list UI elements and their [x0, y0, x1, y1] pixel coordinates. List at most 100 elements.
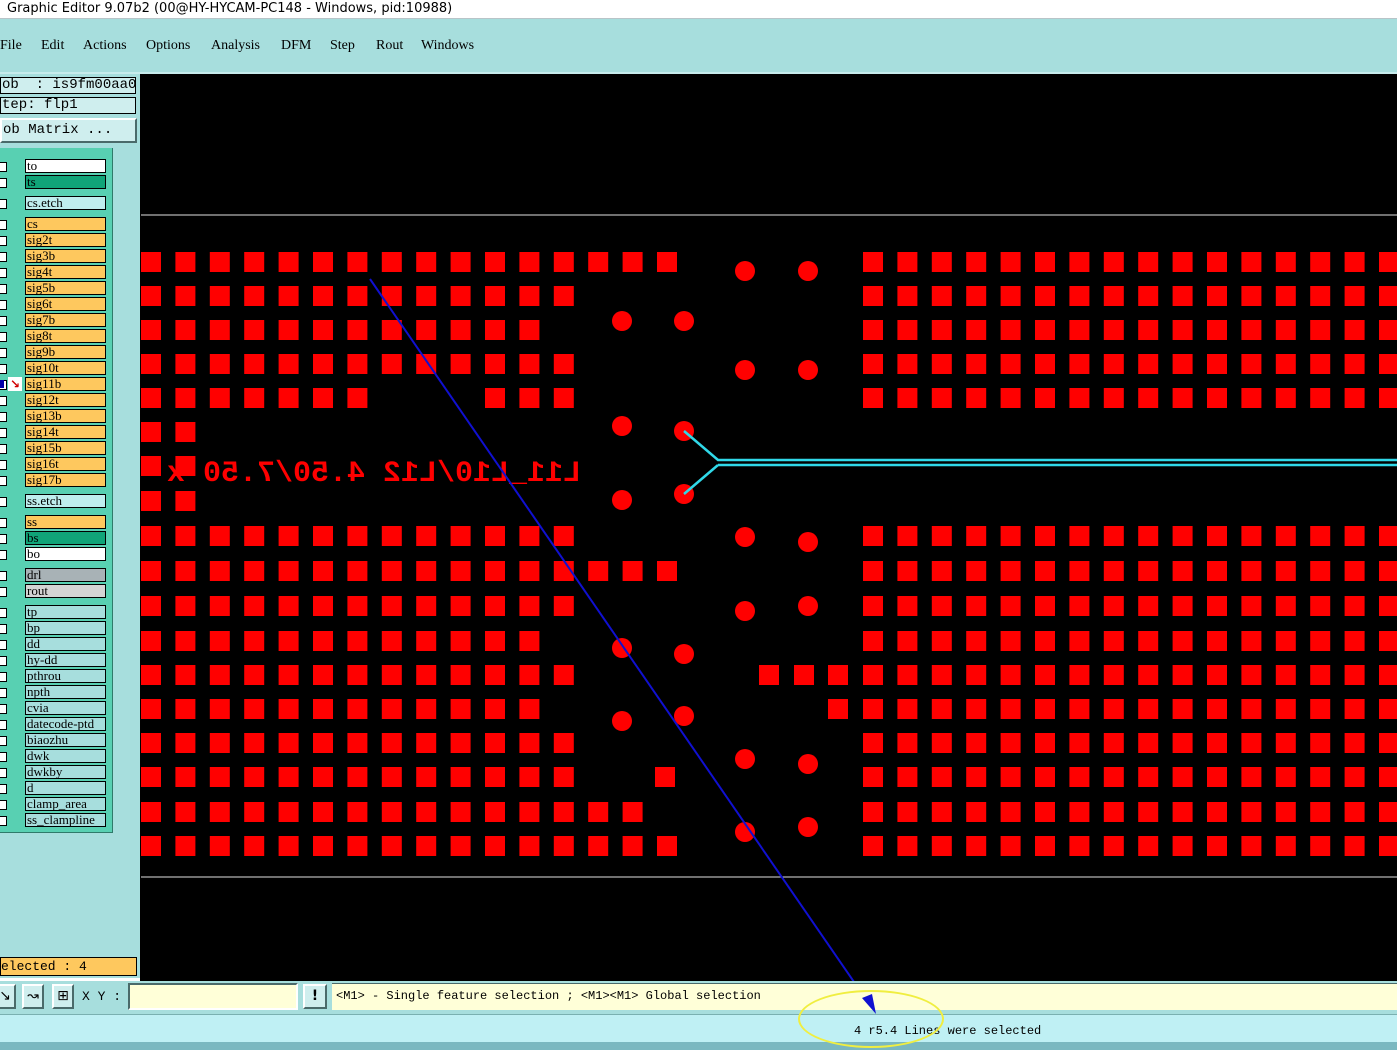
layer-checkbox[interactable]: [0, 412, 7, 422]
layer-checkbox[interactable]: [0, 460, 7, 470]
layer-checkbox[interactable]: [0, 571, 7, 581]
layer-row[interactable]: sig2t: [0, 233, 112, 248]
menu-edit[interactable]: Edit: [41, 38, 64, 54]
layer-checkbox[interactable]: [0, 396, 7, 406]
layer-label[interactable]: d: [25, 781, 106, 795]
layer-label[interactable]: ts: [25, 175, 106, 189]
graphics-canvas[interactable]: L11_L10/L12 4.50/7.50 x: [140, 74, 1397, 981]
layer-label[interactable]: cvia: [25, 701, 106, 715]
layer-label[interactable]: ss.etch: [25, 494, 106, 508]
layer-checkbox[interactable]: [0, 752, 7, 762]
layer-checkbox[interactable]: [0, 178, 7, 188]
layer-checkbox[interactable]: [0, 550, 7, 560]
layer-checkbox[interactable]: [0, 268, 7, 278]
layer-checkbox[interactable]: [0, 518, 7, 528]
layer-row[interactable]: sig4t: [0, 265, 112, 280]
layer-checkbox[interactable]: [0, 624, 7, 634]
layer-checkbox[interactable]: [0, 252, 7, 262]
layer-checkbox[interactable]: [0, 704, 7, 714]
layer-row[interactable]: sig3b: [0, 249, 112, 264]
layer-row[interactable]: sig14t: [0, 425, 112, 440]
layer-label[interactable]: cs: [25, 217, 106, 231]
layer-row[interactable]: sig17b: [0, 473, 112, 488]
layer-label[interactable]: dwkby: [25, 765, 106, 779]
layer-row[interactable]: sig8t: [0, 329, 112, 344]
zoom-tool-button[interactable]: ↘: [0, 984, 16, 1009]
layer-label[interactable]: sig11b: [25, 377, 106, 391]
layer-label[interactable]: datecode-ptd: [25, 717, 106, 731]
layer-label[interactable]: drl: [25, 568, 106, 582]
layer-row[interactable]: tp: [0, 605, 112, 620]
layer-row[interactable]: sig6t: [0, 297, 112, 312]
layer-label[interactable]: tp: [25, 605, 106, 619]
layer-label[interactable]: sig8t: [25, 329, 106, 343]
layer-checkbox[interactable]: [0, 768, 7, 778]
layer-row[interactable]: ss.etch: [0, 494, 112, 509]
selected-trace-lines[interactable]: [683, 430, 1397, 495]
layer-checkbox[interactable]: [0, 656, 7, 666]
menu-rout[interactable]: Rout: [376, 38, 403, 54]
menu-windows[interactable]: Windows: [421, 38, 474, 54]
layer-label[interactable]: sig3b: [25, 249, 106, 263]
layer-checkbox[interactable]: [0, 720, 7, 730]
layer-label[interactable]: npth: [25, 685, 106, 699]
layer-row[interactable]: biaozhu: [0, 733, 112, 748]
layer-checkbox[interactable]: [0, 640, 7, 650]
layer-row[interactable]: pthrou: [0, 669, 112, 684]
layer-label[interactable]: sig16t: [25, 457, 106, 471]
layer-row[interactable]: sig7b: [0, 313, 112, 328]
layer-label[interactable]: dwk: [25, 749, 106, 763]
layer-checkbox[interactable]: [0, 199, 7, 209]
info-button[interactable]: !: [303, 984, 327, 1009]
layer-label[interactable]: sig14t: [25, 425, 106, 439]
layer-row[interactable]: cvia: [0, 701, 112, 716]
layer-checkbox[interactable]: [0, 688, 7, 698]
layer-checkbox[interactable]: [0, 497, 7, 507]
layer-label[interactable]: sig7b: [25, 313, 106, 327]
snap-tool-button[interactable]: ↝: [22, 984, 44, 1009]
layer-row[interactable]: dd: [0, 637, 112, 652]
layer-checkbox[interactable]: [0, 816, 7, 826]
layer-row[interactable]: sig15b: [0, 441, 112, 456]
layer-checkbox[interactable]: [0, 800, 7, 810]
layer-label[interactable]: bs: [25, 531, 106, 545]
layer-row[interactable]: rout: [0, 584, 112, 599]
layer-label[interactable]: ss_clampline: [25, 813, 106, 827]
layer-row[interactable]: dwk: [0, 749, 112, 764]
layer-label[interactable]: sig10t: [25, 361, 106, 375]
layer-label[interactable]: rout: [25, 584, 106, 598]
layer-row[interactable]: datecode-ptd: [0, 717, 112, 732]
layer-label[interactable]: sig4t: [25, 265, 106, 279]
layer-row[interactable]: npth: [0, 685, 112, 700]
layer-label[interactable]: bp: [25, 621, 106, 635]
layer-row[interactable]: bo: [0, 547, 112, 562]
layer-row[interactable]: ts: [0, 175, 112, 190]
layer-row[interactable]: clamp_area: [0, 797, 112, 812]
layer-label[interactable]: sig13b: [25, 409, 106, 423]
layer-label[interactable]: dd: [25, 637, 106, 651]
layer-row[interactable]: sig13b: [0, 409, 112, 424]
layer-label[interactable]: hy-dd: [25, 653, 106, 667]
layer-row[interactable]: hy-dd: [0, 653, 112, 668]
layer-row[interactable]: sig10t: [0, 361, 112, 376]
layer-checkbox[interactable]: [0, 284, 7, 294]
layer-label[interactable]: sig17b: [25, 473, 106, 487]
layer-row[interactable]: ss: [0, 515, 112, 530]
layer-label[interactable]: to: [25, 159, 106, 173]
menu-actions[interactable]: Actions: [83, 38, 127, 54]
layer-checkbox[interactable]: [0, 534, 7, 544]
layer-label[interactable]: sig12t: [25, 393, 106, 407]
layer-row[interactable]: cs: [0, 217, 112, 232]
layer-checkbox[interactable]: [0, 162, 7, 172]
layer-row[interactable]: sig9b: [0, 345, 112, 360]
layer-checkbox[interactable]: [0, 672, 7, 682]
layer-label[interactable]: cs.etch: [25, 196, 106, 210]
grid-tool-button[interactable]: ⊞: [52, 984, 74, 1009]
layer-label[interactable]: sig5b: [25, 281, 106, 295]
layer-checkbox[interactable]: [0, 348, 7, 358]
xy-input[interactable]: [128, 983, 298, 1010]
layer-checkbox[interactable]: [0, 608, 7, 618]
layer-label[interactable]: pthrou: [25, 669, 106, 683]
layer-label[interactable]: biaozhu: [25, 733, 106, 747]
layer-label[interactable]: sig9b: [25, 345, 106, 359]
